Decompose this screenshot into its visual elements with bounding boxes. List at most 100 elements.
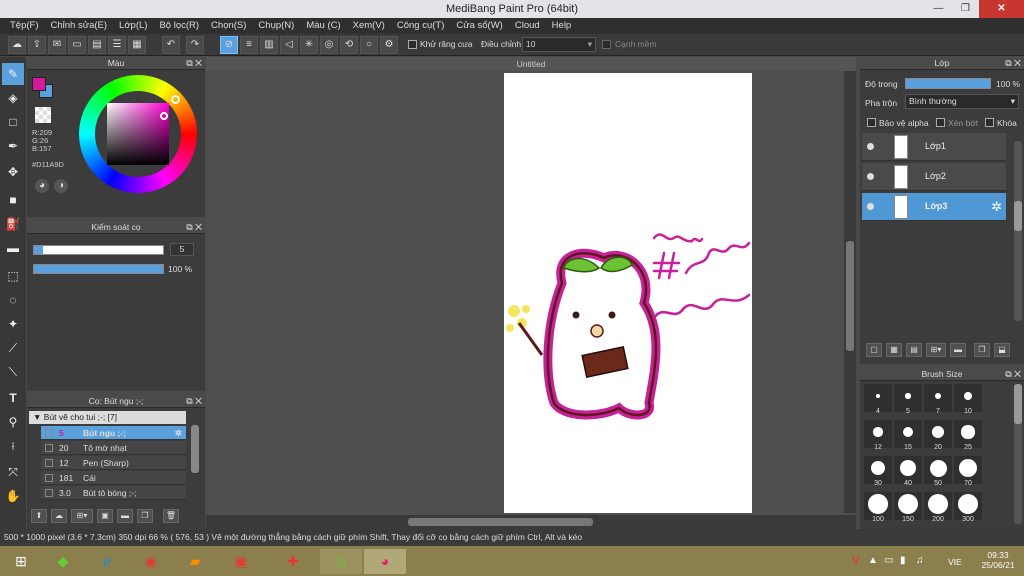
add-layer-menu-icon[interactable]: ⊞▾ <box>926 343 946 357</box>
trash-icon[interactable]: 🗑 <box>163 509 179 523</box>
comment-icon[interactable]: ✉ <box>48 36 66 54</box>
redo-icon[interactable]: ↷ <box>186 36 204 54</box>
panel-controls-icon[interactable]: ⧉ ✕ <box>186 221 202 233</box>
bucket-tool-icon[interactable]: ⛽ <box>2 213 24 235</box>
divide-tool-icon[interactable]: ⚲ <box>2 411 24 433</box>
layer-folder-icon[interactable]: ▬ <box>950 343 966 357</box>
brush-item[interactable]: 5 Bút ngu ;-; ✲ <box>41 426 186 440</box>
clipping-checkbox[interactable] <box>936 118 945 127</box>
adjust-dropdown[interactable]: 10 ▾ <box>522 37 596 52</box>
dropper-tool-icon[interactable]: ⤧ <box>2 461 24 483</box>
transparent-swatch[interactable] <box>35 107 51 123</box>
brush-item[interactable]: 20 Tô mờ nhạt <box>41 441 186 455</box>
new-layer-icon[interactable]: ▢ <box>866 343 882 357</box>
canvas-horizontal-scrollbar[interactable] <box>206 515 856 529</box>
menu-layer[interactable]: Lớp(L) <box>113 18 153 34</box>
parallel-snap-icon[interactable]: ≡ <box>240 36 258 54</box>
visibility-icon[interactable] <box>867 203 874 210</box>
brush-item-checkbox[interactable] <box>45 429 53 437</box>
layer-row[interactable]: Lớp1 <box>862 133 1006 161</box>
cross-snap-icon[interactable]: ▥ <box>260 36 278 54</box>
lock-checkbox[interactable] <box>985 118 994 127</box>
hue-cursor[interactable] <box>171 95 180 104</box>
layer-list-scrollbar[interactable] <box>1014 141 1022 321</box>
add-menu-icon[interactable]: ⊞▾ <box>71 509 93 523</box>
antialias-checkbox[interactable] <box>408 40 417 49</box>
menu-help[interactable]: Help <box>546 18 578 34</box>
app-icon[interactable]: ◍ <box>320 549 362 574</box>
merge-layer-icon[interactable]: ⬓ <box>994 343 1010 357</box>
layer-row[interactable]: Lớp3 ✲ <box>862 193 1006 221</box>
brush-size-option[interactable]: 12 <box>864 420 892 451</box>
saturation-cursor[interactable] <box>160 112 168 120</box>
layer-row[interactable]: Lớp2 <box>862 163 1006 191</box>
canvas-tab[interactable]: Untitled <box>206 57 856 71</box>
brush-size-option[interactable]: 7 <box>924 384 952 415</box>
dot-tool-icon[interactable]: □ <box>2 111 24 133</box>
menu-filter[interactable]: Bộ lọc(R) <box>153 18 205 34</box>
circle-snap-icon[interactable]: ◎ <box>320 36 338 54</box>
folder-app-icon[interactable]: ▰ <box>174 549 216 574</box>
tray-arrow-icon[interactable]: ▲ <box>868 555 878 566</box>
color-wheel[interactable] <box>79 75 197 193</box>
share-icon[interactable]: ⇪ <box>28 36 46 54</box>
eraser-tool-icon[interactable]: ◈ <box>2 87 24 109</box>
brush-size-option[interactable]: 200 <box>924 492 952 523</box>
copy-brush-icon[interactable]: ▣ <box>97 509 113 523</box>
canvas-vertical-scrollbar[interactable] <box>844 71 856 513</box>
brush-item-checkbox[interactable] <box>45 489 53 497</box>
brush-size-option[interactable]: 100 <box>864 492 892 523</box>
menu-edit[interactable]: Chỉnh sửa(E) <box>45 18 114 34</box>
network-icon[interactable]: ▮ <box>900 555 906 566</box>
brush-size-option[interactable]: 15 <box>894 420 922 451</box>
menu-snap[interactable]: Chụp(N) <box>252 18 300 34</box>
gear-icon[interactable]: ✲ <box>175 426 182 440</box>
menu-file[interactable]: Tệp(F) <box>4 18 45 34</box>
lasso-tool-icon[interactable]: ◌ <box>2 289 24 311</box>
menu-window[interactable]: Cửa sổ(W) <box>450 18 508 34</box>
brush-tool-icon[interactable]: ✎ <box>2 63 24 85</box>
chrome-icon[interactable]: ◉ <box>130 549 172 574</box>
select-pen-tool-icon[interactable]: ⟋ <box>2 337 24 359</box>
volume-icon[interactable]: ♫ <box>916 555 924 566</box>
menu-cloud[interactable]: Cloud <box>509 18 546 34</box>
internet-explorer-icon[interactable]: ℯ <box>86 549 128 574</box>
settings-icon[interactable]: ⚙ <box>380 36 398 54</box>
blend-mode-dropdown[interactable]: Bình thường ▾ <box>905 94 1019 109</box>
panel-controls-icon[interactable]: ⧉ ✕ <box>186 57 202 69</box>
layout-icon[interactable]: ▭ <box>68 36 86 54</box>
start-icon[interactable]: ⊞ <box>0 549 42 574</box>
panel-controls-icon[interactable]: ⧉ ✕ <box>1005 368 1021 380</box>
perspective-snap-icon[interactable]: ◁ <box>280 36 298 54</box>
menu-color[interactable]: Màu (C) <box>300 18 346 34</box>
ellipse-snap-icon[interactable]: ○ <box>360 36 378 54</box>
brush-item-checkbox[interactable] <box>45 444 53 452</box>
brush-size-option[interactable]: 20 <box>924 420 952 451</box>
minimize-button[interactable]: — <box>925 0 952 18</box>
cloud-icon[interactable]: ☁ <box>8 36 26 54</box>
brush-size-option[interactable]: 30 <box>864 456 892 487</box>
list-icon[interactable]: ☰ <box>108 36 126 54</box>
clock[interactable]: 09:33 25/06/21 <box>976 550 1020 570</box>
language-indicator[interactable]: VIE <box>948 557 962 567</box>
select-rect-tool-icon[interactable]: ⬚ <box>2 265 24 287</box>
document-icon[interactable]: ▤ <box>88 36 106 54</box>
tray-v-icon[interactable]: V <box>852 555 859 567</box>
brush-size-option[interactable]: 5 <box>894 384 922 415</box>
pen-tool-icon[interactable]: ✒ <box>2 135 24 157</box>
gradient-tool-icon[interactable]: ▬ <box>2 237 24 259</box>
duplicate-icon[interactable]: ❐ <box>137 509 153 523</box>
color-mixer-icon[interactable]: ◑ <box>54 179 68 193</box>
duplicate-layer-icon[interactable]: ❐ <box>974 343 990 357</box>
add-brush-icon[interactable]: ⬆ <box>31 509 47 523</box>
app-icon[interactable]: ▣ <box>220 549 262 574</box>
brush-size-value[interactable]: 5 <box>170 243 194 256</box>
eyedropper-tool-icon[interactable]: ⟊ <box>2 435 24 457</box>
brush-item-checkbox[interactable] <box>45 459 53 467</box>
brush-size-slider[interactable] <box>33 245 164 255</box>
medibang-taskbar-icon[interactable]: ◕ <box>364 549 406 574</box>
panel-controls-icon[interactable]: ⧉ ✕ <box>186 395 202 407</box>
brush-opacity-slider[interactable] <box>33 264 164 274</box>
new-1bit-layer-icon[interactable]: ▤ <box>906 343 922 357</box>
smooth-checkbox[interactable] <box>602 40 611 49</box>
